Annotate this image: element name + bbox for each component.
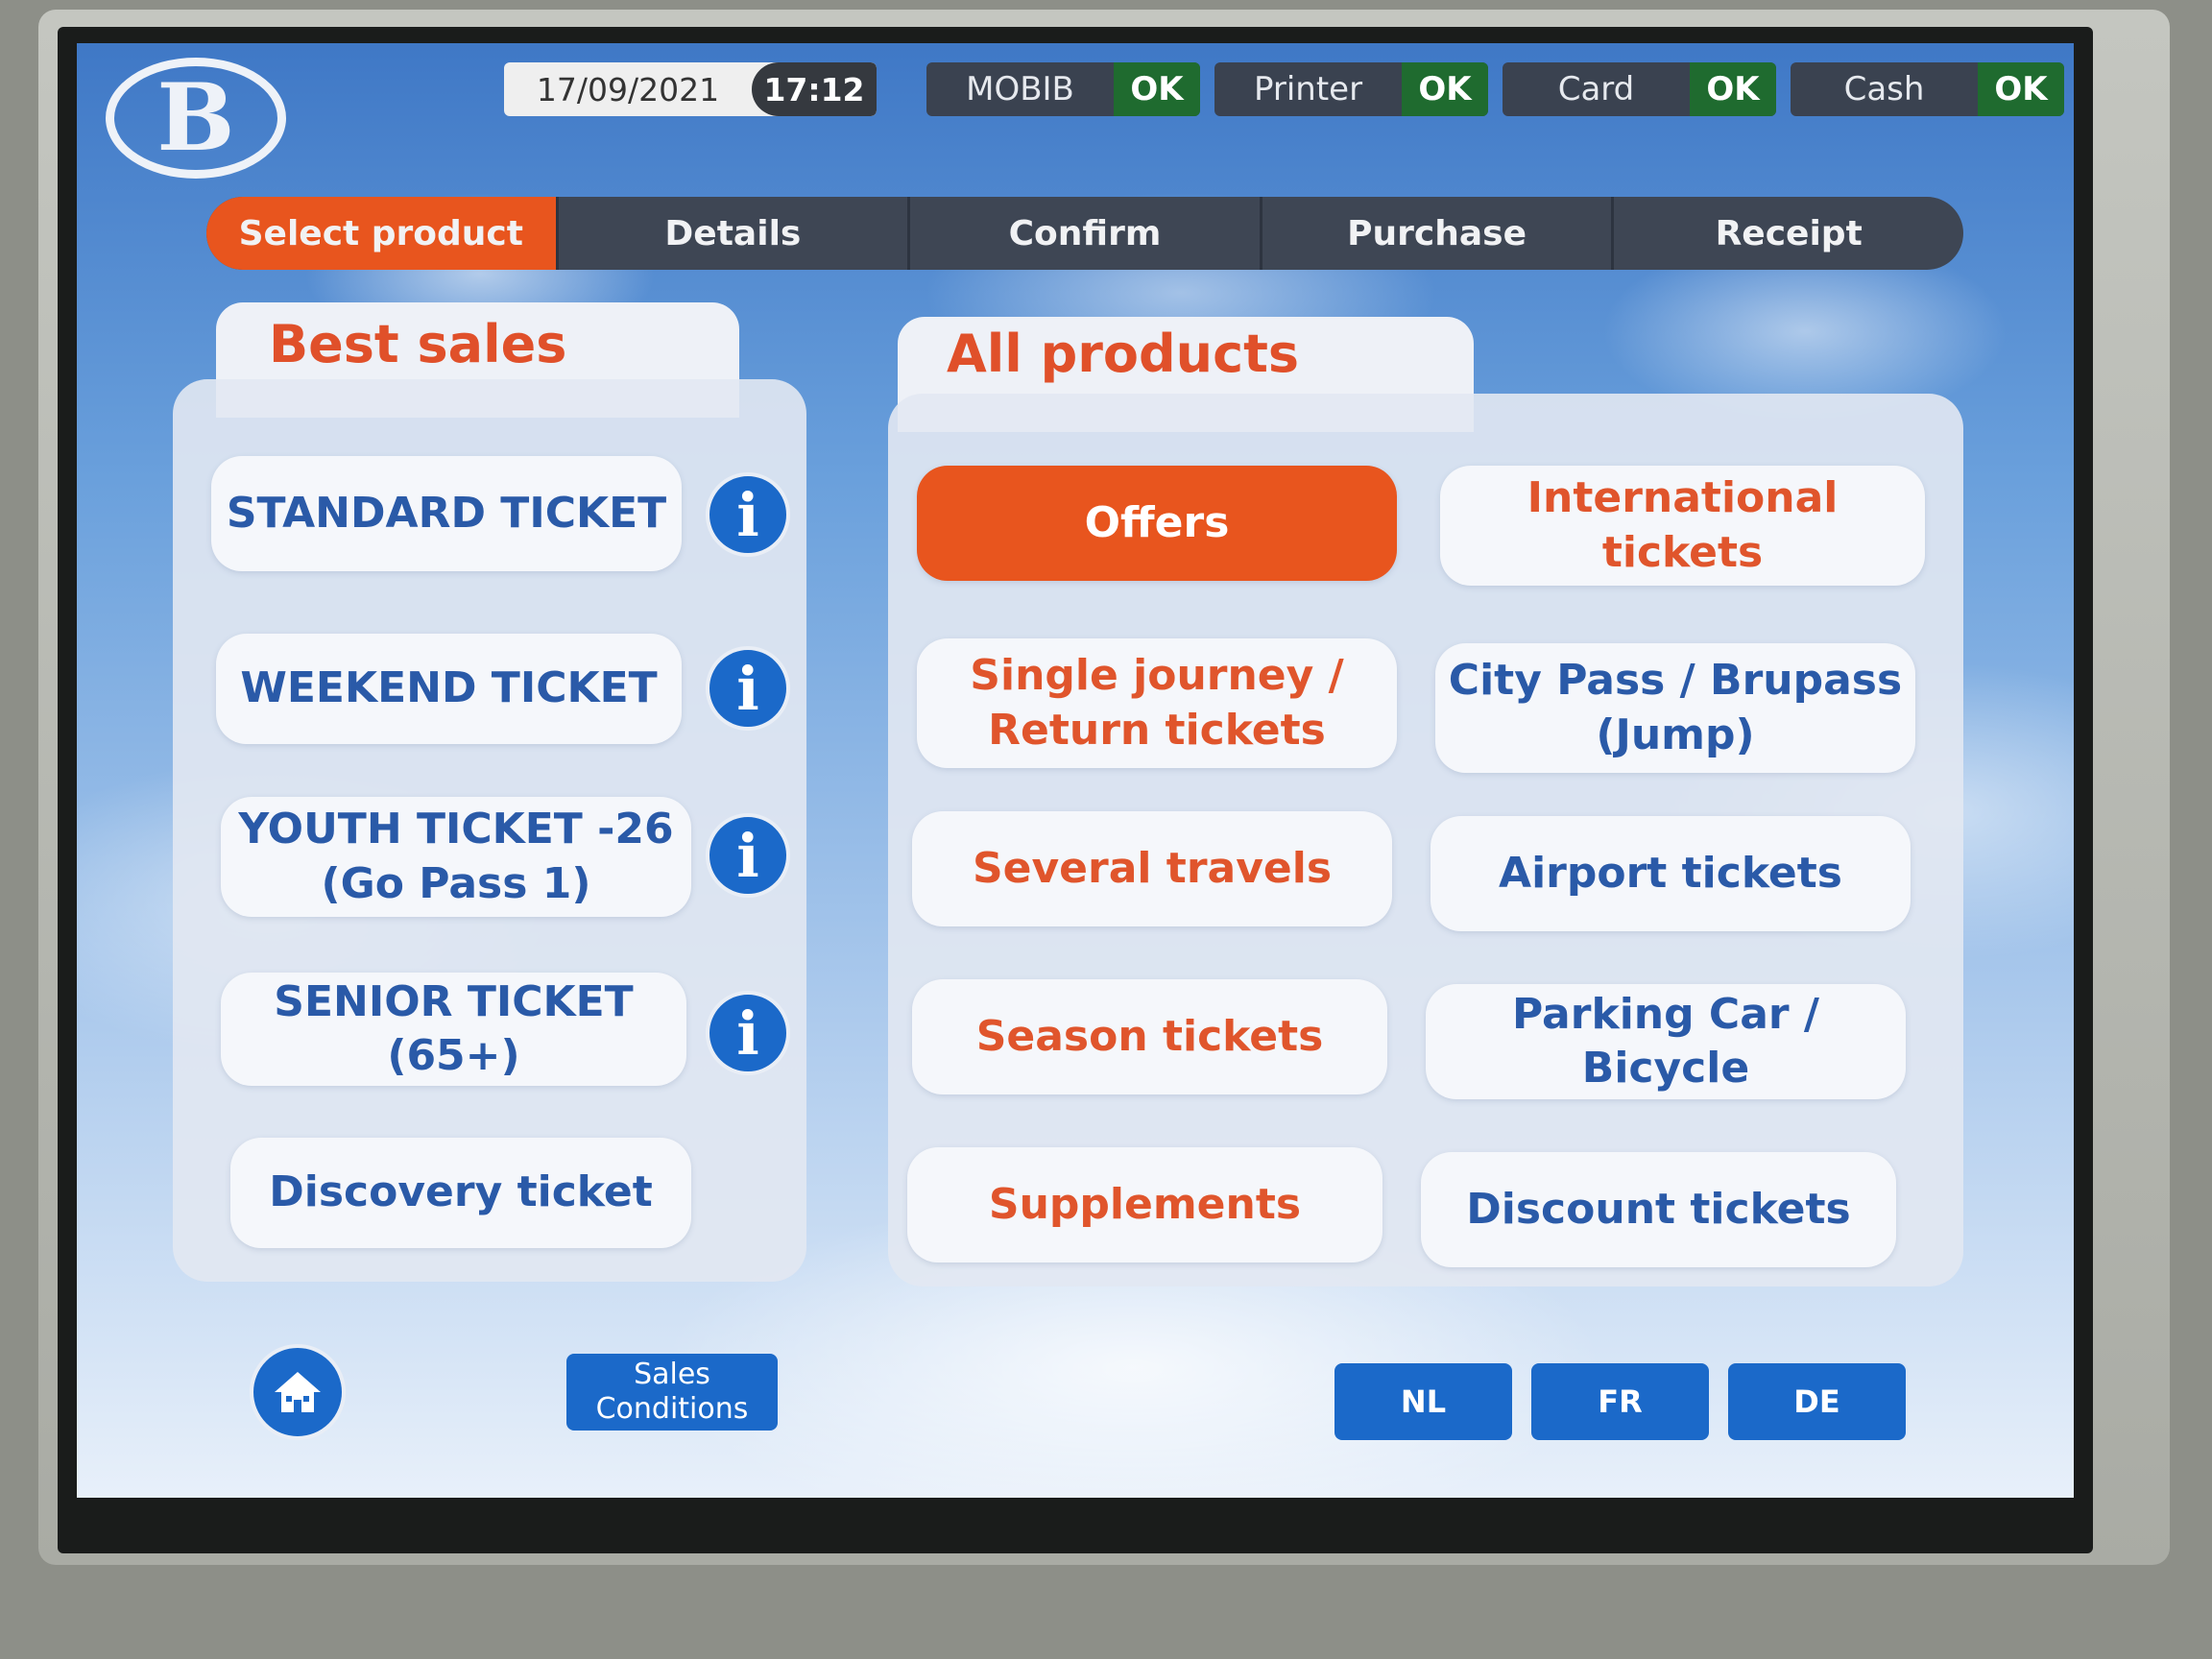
all-products-title: All products xyxy=(947,324,1300,384)
status-mobib: MOBIB OK xyxy=(926,62,1200,116)
status-card: Card OK xyxy=(1503,62,1776,116)
standard-ticket-button[interactable]: STANDARD TICKET xyxy=(211,456,682,571)
season-tickets-button[interactable]: Season tickets xyxy=(912,979,1387,1094)
step-confirm: Confirm xyxy=(910,197,1262,270)
progress-steps: Select product Details Confirm Purchase … xyxy=(206,197,1963,270)
status-badge: OK xyxy=(1402,62,1488,116)
discovery-ticket-button[interactable]: Discovery ticket xyxy=(230,1138,691,1248)
sales-conditions-button[interactable]: Sales Conditions xyxy=(566,1354,778,1431)
parking-car-bicycle-button[interactable]: Parking Car / Bicycle xyxy=(1426,984,1906,1099)
weekend-ticket-button[interactable]: WEEKEND TICKET xyxy=(216,634,682,744)
status-badge: OK xyxy=(1114,62,1200,116)
status-cash: Cash OK xyxy=(1791,62,2064,116)
airport-tickets-button[interactable]: Airport tickets xyxy=(1431,816,1911,931)
discount-tickets-button[interactable]: Discount tickets xyxy=(1421,1152,1896,1267)
language-fr-button[interactable]: FR xyxy=(1531,1363,1709,1440)
step-select-product: Select product xyxy=(206,197,559,270)
language-nl-button[interactable]: NL xyxy=(1334,1363,1512,1440)
date-time-display: 17/09/2021 17:12 xyxy=(504,62,877,116)
device-label: Card xyxy=(1557,70,1635,108)
best-sales-title: Best sales xyxy=(269,314,567,374)
status-badge: OK xyxy=(1978,62,2064,116)
offers-button[interactable]: Offers xyxy=(917,466,1397,581)
device-label: MOBIB xyxy=(966,70,1074,108)
supplements-button[interactable]: Supplements xyxy=(907,1147,1382,1262)
step-details: Details xyxy=(559,197,911,270)
date-label: 17/09/2021 xyxy=(536,70,720,108)
device-label: Printer xyxy=(1253,70,1363,108)
status-printer: Printer OK xyxy=(1214,62,1488,116)
city-pass-brupass-button[interactable]: City Pass / Brupass (Jump) xyxy=(1435,643,1915,773)
step-receipt: Receipt xyxy=(1715,213,1863,253)
device-label: Cash xyxy=(1843,70,1925,108)
youth-ticket-button[interactable]: YOUTH TICKET -26 (Go Pass 1) xyxy=(221,797,691,917)
home-icon xyxy=(275,1372,321,1412)
weekend-ticket-info-icon[interactable]: i xyxy=(706,646,790,731)
time-label: 17:12 xyxy=(752,62,877,116)
single-return-tickets-button[interactable]: Single journey / Return tickets xyxy=(917,638,1397,768)
international-tickets-button[interactable]: International tickets xyxy=(1440,466,1925,586)
sncb-logo: B xyxy=(106,58,286,179)
standard-ticket-info-icon[interactable]: i xyxy=(706,472,790,557)
senior-ticket-info-icon[interactable]: i xyxy=(706,991,790,1075)
home-button[interactable] xyxy=(250,1344,346,1440)
youth-ticket-info-icon[interactable]: i xyxy=(706,813,790,898)
logo-letter: B xyxy=(156,63,235,172)
status-badge: OK xyxy=(1690,62,1776,116)
senior-ticket-button[interactable]: SENIOR TICKET (65+) xyxy=(221,973,686,1086)
language-de-button[interactable]: DE xyxy=(1728,1363,1906,1440)
step-purchase: Purchase xyxy=(1262,197,1615,270)
several-travels-button[interactable]: Several travels xyxy=(912,811,1392,926)
ticket-machine-screen: B 17/09/2021 17:12 MOBIB OK Printer OK C… xyxy=(77,43,2074,1498)
